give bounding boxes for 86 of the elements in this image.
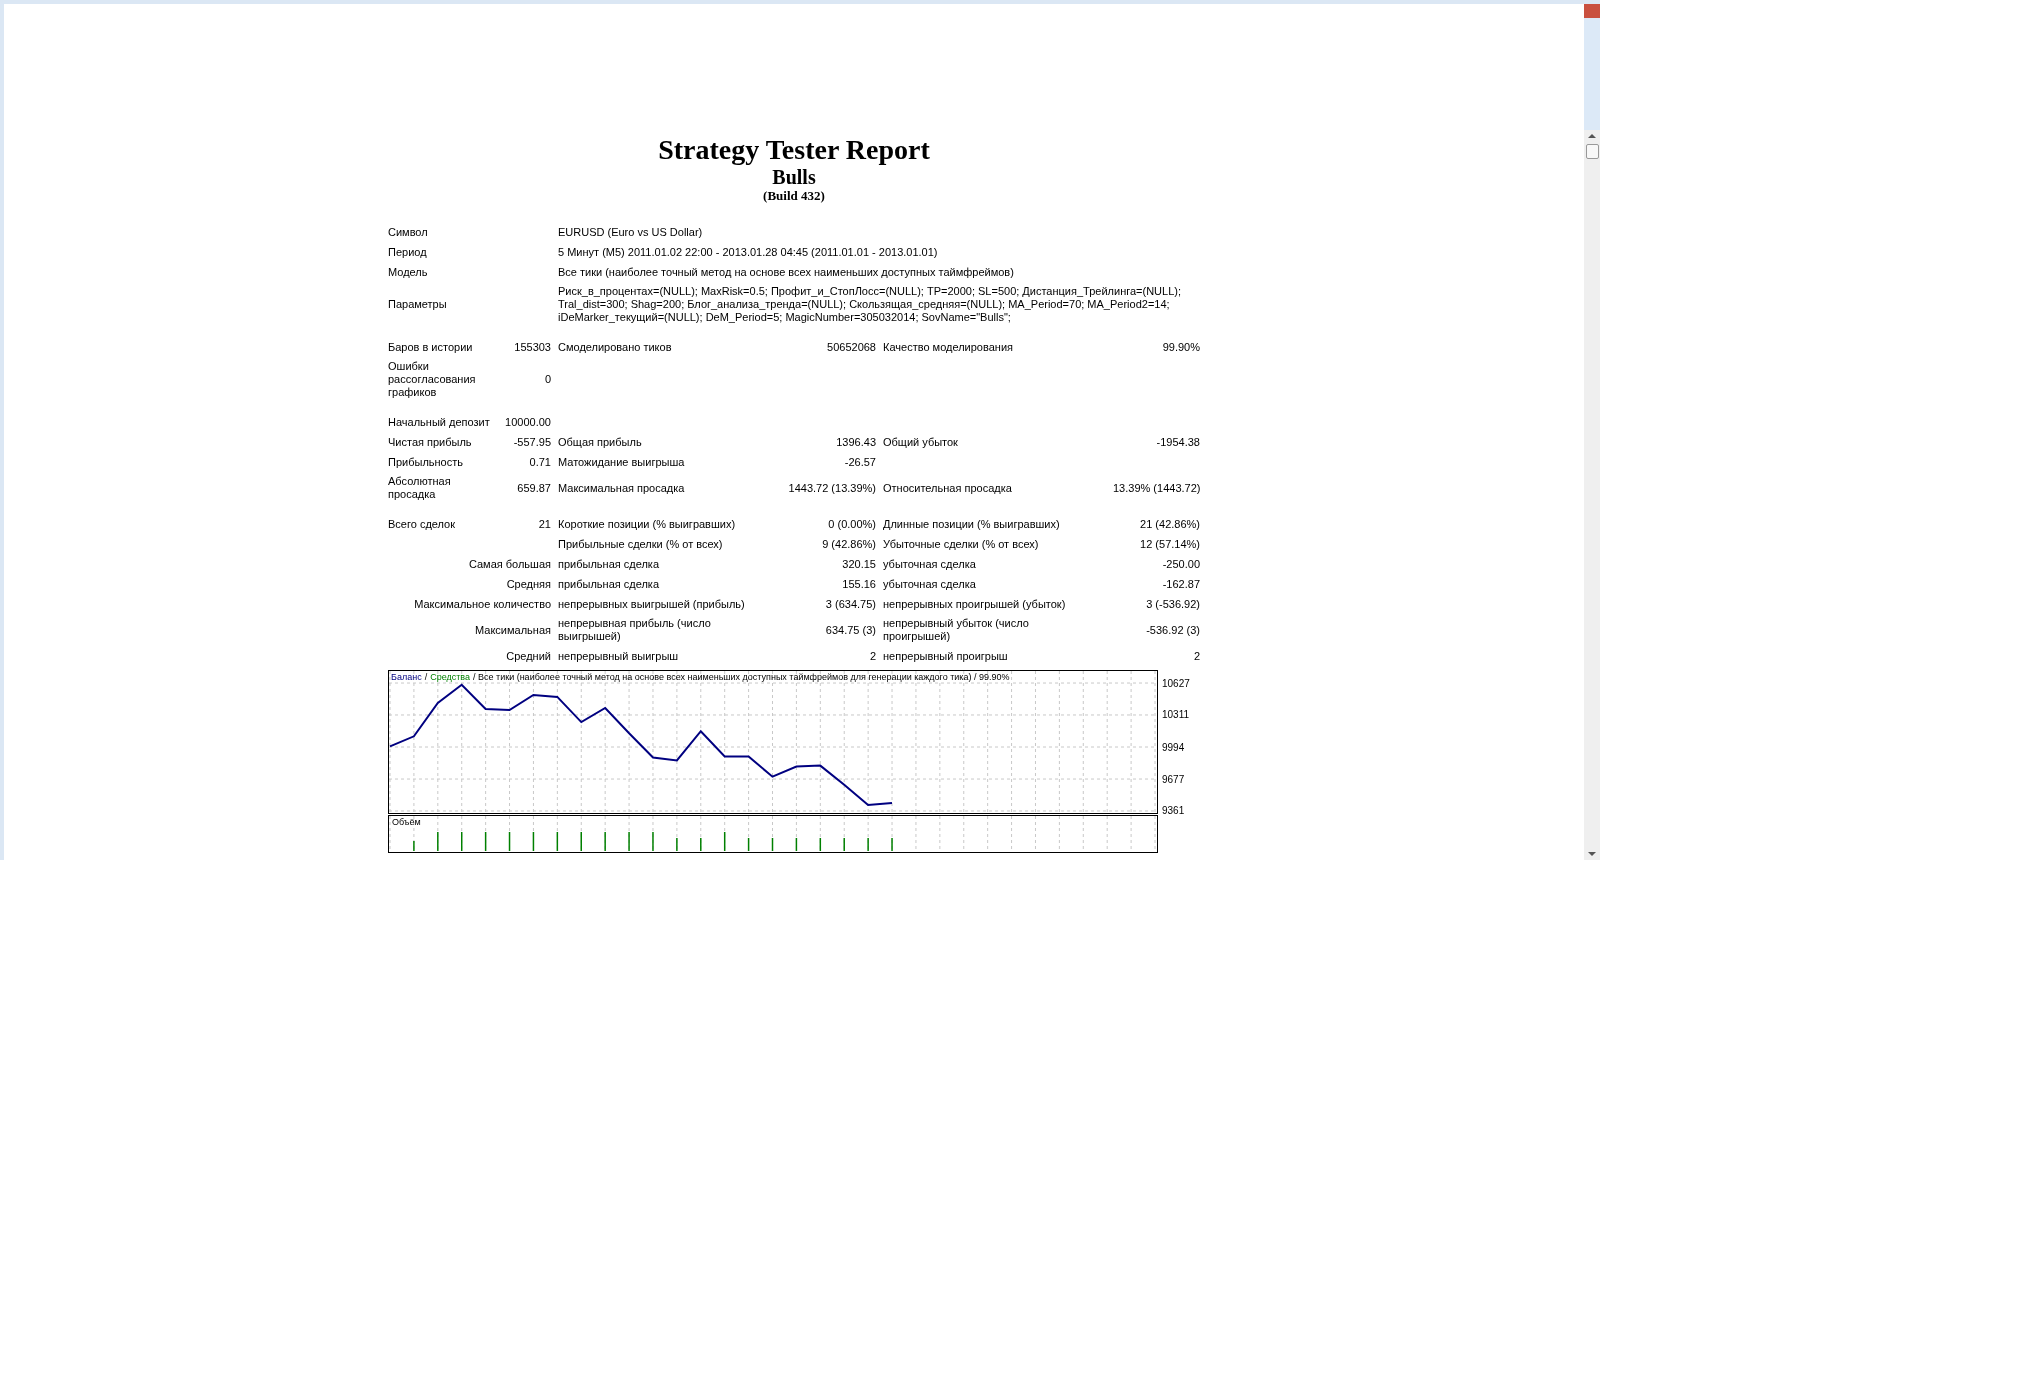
legend-label: / Все тики (наиболее точный метод на основе всех наименьших доступных таймфреймов для генерации каждого тика) / 99.90% <box>473 671 1010 683</box>
row-value: Риск_в_процентах=(NULL); MaxRisk=0.5; Профит_и_СтопЛосс=(NULL); TP=2000; SL=500; Дистанция_Трейлинга=(NULL); Tral_dist=300; Shag=200; Блог_анализа_тренда=(NULL); Скользящая_средняя=(NULL); MA_Period=70; MA_Period2=14; iDeMarker_текущий=(NULL); DeM_Period=5; MagicNumber=305032014; SovName="Bulls"; <box>557 285 1183 324</box>
row-label: непрерывный выигрыш <box>558 649 680 663</box>
row-value: 634.75 (3) <box>824 623 876 637</box>
row-label: Начальный депозит <box>388 415 491 429</box>
row-label: Короткие позиции (% выигравших) <box>558 517 737 531</box>
row-value: 3 (634.75) <box>824 597 876 611</box>
row-value: 0 (0.00%) <box>827 517 876 531</box>
y-axis-label: 9994 <box>1162 741 1185 753</box>
scroll-up-icon[interactable] <box>1588 134 1596 138</box>
row-label: непрерывных проигрышей (убыток) <box>883 597 1067 611</box>
row-value: -1954.38 <box>1155 435 1200 449</box>
scroll-thumb[interactable] <box>1585 144 1599 159</box>
row-label: Максимальная просадка <box>558 481 686 495</box>
legend-separator: / <box>424 671 428 683</box>
row-label: Прибыльные сделки (% от всех) <box>558 537 724 551</box>
row-value: 0.71 <box>528 455 551 469</box>
row-label: Модель <box>388 265 429 279</box>
row-value: 10000.00 <box>504 415 551 429</box>
row-label: Символ <box>388 225 429 239</box>
y-axis-label: 10311 <box>1162 709 1190 721</box>
row-value: 5 Минут (M5) 2011.01.02 22:00 - 2013.01.28 04:45 (2011.01.01 - 2013.01.01) <box>557 245 939 259</box>
row-label: Максимальное количество <box>413 597 551 611</box>
row-value: 1443.72 (13.39%) <box>788 481 876 495</box>
row-value: 21 <box>537 517 551 531</box>
row-label: Максимальная <box>474 623 551 637</box>
legend-label: Средства <box>430 671 471 683</box>
scrollbar[interactable] <box>1584 130 1600 860</box>
row-label: Матожидание выигрыша <box>558 455 686 469</box>
row-label: Смоделировано тиков <box>558 340 673 354</box>
row-label: Самая большая <box>467 557 551 571</box>
row-value: -557.95 <box>512 435 551 449</box>
row-value: 99.90% <box>1161 340 1200 354</box>
row-value: -26.57 <box>843 455 876 469</box>
row-value: 659.87 <box>516 481 551 495</box>
row-value: 320.15 <box>841 557 876 571</box>
y-axis-label: 10627 <box>1162 677 1190 689</box>
row-label: Общий убыток <box>883 435 959 449</box>
row-value: 2 <box>868 649 876 663</box>
row-value: 12 (57.14%) <box>1139 537 1200 551</box>
row-label: Всего сделок <box>388 517 457 531</box>
row-value: 3 (-536.92) <box>1145 597 1200 611</box>
row-label: Чистая прибыль <box>388 435 473 449</box>
row-label: Длинные позиции (% выигравших) <box>883 517 1061 531</box>
row-value: EURUSD (Euro vs US Dollar) <box>557 225 704 239</box>
row-label: непрерывных выигрышей (прибыль) <box>558 597 746 611</box>
row-value: 21 (42.86%) <box>1139 517 1200 531</box>
row-label: Ошибки рассогласования графиков <box>388 360 477 399</box>
row-label: Период <box>388 245 428 259</box>
row-value: 155.16 <box>841 577 876 591</box>
row-value: 155303 <box>513 340 551 354</box>
row-label: Относительная просадка <box>883 481 1013 495</box>
row-label: прибыльная сделка <box>558 557 661 571</box>
volume-label: Объём <box>392 817 421 828</box>
row-value: 9 (42.86%) <box>821 537 876 551</box>
row-label: Общая прибыль <box>558 435 643 449</box>
row-value: -162.87 <box>1161 577 1200 591</box>
row-label: Абсолютная просадка <box>388 475 452 501</box>
report-subtitle: Bulls <box>771 166 817 188</box>
scroll-down-icon[interactable] <box>1588 852 1596 856</box>
report-title: Strategy Tester Report <box>657 134 931 166</box>
row-label: Качество моделирования <box>883 340 1014 354</box>
row-value: 1396.43 <box>835 435 876 449</box>
y-axis-label: 9361 <box>1162 805 1185 817</box>
row-label: убыточная сделка <box>883 557 977 571</box>
row-label: убыточная сделка <box>883 577 977 591</box>
row-value: 2 <box>1192 649 1200 663</box>
row-label: непрерывный проигрыш <box>883 649 1009 663</box>
row-value: 0 <box>543 373 551 386</box>
row-label: Баров в истории <box>388 340 474 354</box>
row-value: -536.92 (3) <box>1145 623 1200 637</box>
row-label: Параметры <box>388 298 448 311</box>
build-label: (Build 432) <box>762 188 826 204</box>
row-value: 13.39% (1443.72) <box>1113 481 1200 495</box>
row-value: 50652068 <box>826 340 876 354</box>
row-value: Все тики (наиболее точный метод на основе всех наименьших доступных таймфреймов) <box>557 265 1015 279</box>
row-label: прибыльная сделка <box>558 577 661 591</box>
row-label: Средний <box>505 649 551 663</box>
row-label: Убыточные сделки (% от всех) <box>883 537 1040 551</box>
row-label: Средняя <box>505 577 551 591</box>
row-label: Прибыльность <box>388 455 464 469</box>
legend-label: Баланс <box>391 671 422 683</box>
row-label: непрерывный убыток (число проигрышей) <box>883 617 1030 643</box>
y-axis-label: 9677 <box>1162 773 1185 785</box>
row-label: непрерывная прибыль (число выигрышей) <box>558 617 712 643</box>
row-value: -250.00 <box>1161 557 1200 571</box>
